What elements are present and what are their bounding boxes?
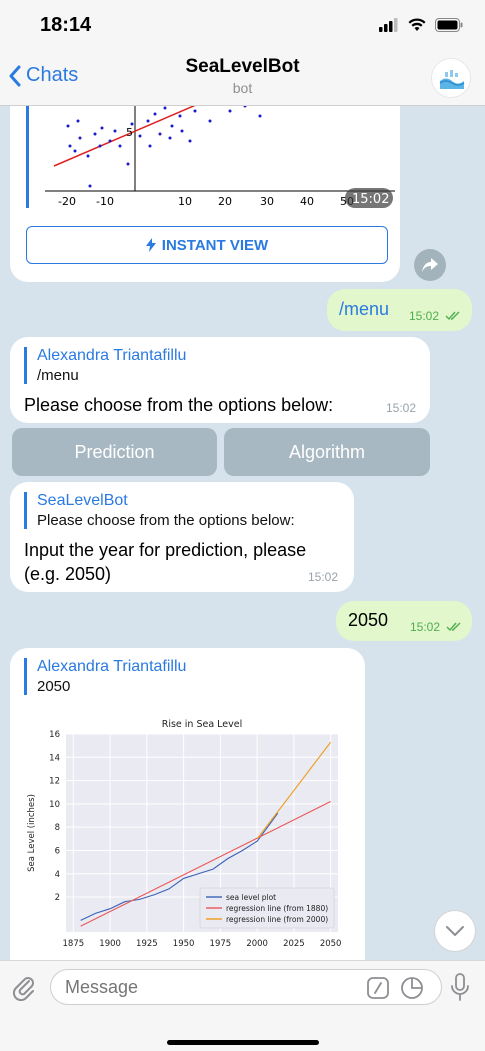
chart-legend-entry: regression line (from 1880) — [226, 904, 328, 913]
chart-y-tick-label: 8 — [55, 823, 60, 833]
instant-view-label: INSTANT VIEW — [161, 236, 269, 254]
x-tick-label: -20 — [58, 195, 76, 208]
microphone-icon[interactable] — [450, 973, 470, 1003]
image-timestamp: 15:02 — [352, 192, 389, 207]
chart-x-tick-label: 1950 — [173, 939, 195, 949]
read-checkmarks-icon — [445, 311, 460, 321]
sea-level-avatar-icon — [432, 59, 470, 97]
chat-title[interactable]: SeaLevelBot — [0, 56, 485, 78]
chevron-down-icon — [446, 926, 464, 936]
chart-x-tick-label: 1875 — [63, 939, 85, 949]
chart-x-tick-label: 2000 — [246, 939, 268, 949]
signal-icon — [379, 18, 398, 32]
home-indicator — [167, 1040, 319, 1045]
outgoing-message: 2050 15:02 — [336, 601, 472, 641]
x-tick-label: 30 — [260, 195, 274, 208]
chart-x-tick-label: 1975 — [210, 939, 232, 949]
x-tick-label: 10 — [178, 195, 192, 208]
incoming-chart-message: Alexandra Triantafillu 2050 1875 1900 1925… — [10, 648, 365, 960]
chart-x-tick-label: 2025 — [283, 939, 305, 949]
chart-x-tick-label: 1925 — [136, 939, 158, 949]
chart-y-tick-label: 14 — [49, 753, 60, 763]
chart-x-tick-label: 2050 — [320, 939, 342, 949]
keyboard-button-prediction[interactable]: Prediction — [12, 428, 217, 476]
status-bar: 18:14 — [0, 0, 485, 50]
status-time: 18:14 — [40, 14, 92, 36]
outgoing-message: /menu 15:02 — [327, 289, 472, 331]
chart-title: Rise in Sea Level — [162, 719, 243, 730]
reply-author: Alexandra Triantafillu — [37, 347, 187, 364]
reply-snippet: 2050 — [37, 678, 71, 695]
scatter-preview-image: -20 -10 10 20 30 40 50 5 15:02 — [45, 106, 395, 208]
lightning-icon — [145, 238, 156, 252]
preview-accent-bar — [26, 106, 29, 208]
x-tick-label: -10 — [96, 195, 114, 208]
nav-bar: Chats SeaLevelBot bot — [0, 50, 485, 106]
message-time: 15:02 — [410, 620, 441, 634]
chart-y-tick-label: 4 — [55, 870, 60, 880]
message-time: 15:02 — [307, 570, 338, 584]
sticker-icon[interactable] — [400, 976, 424, 1000]
share-arrow-icon — [422, 258, 438, 272]
reply-quote[interactable]: Alexandra Triantafillu 2050 — [24, 658, 186, 695]
share-button[interactable] — [414, 249, 446, 281]
message-text-line: (e.g. 2050) — [24, 564, 112, 584]
attach-paperclip-icon[interactable] — [12, 973, 36, 1001]
chart-legend-entry: sea level plot — [226, 893, 276, 902]
chart-legend: sea level plot regression line (from 1880… — [199, 887, 335, 929]
input-bar — [0, 960, 485, 1051]
message-text-line: Input the year for prediction, please — [24, 540, 307, 560]
message-time: 15:02 — [409, 309, 440, 323]
instant-view-button[interactable]: INSTANT VIEW — [26, 226, 388, 264]
chart-y-tick-label: 12 — [49, 777, 60, 787]
message-text: /menu — [339, 299, 390, 319]
message-time: 15:02 — [385, 401, 416, 415]
chart-legend-entry: regression line (from 2000) — [226, 915, 328, 924]
sea-level-chart[interactable]: 1875 1900 1925 1950 1975 2000 2025 2050 2 4 6 8 10 12… — [22, 712, 352, 960]
x-tick-label: 40 — [300, 195, 314, 208]
reply-snippet: Please choose from the options below: — [37, 512, 295, 529]
chart-y-tick-label: 16 — [49, 730, 60, 740]
y-tick-label: 5 — [126, 126, 133, 139]
keyboard-button-algorithm[interactable]: Algorithm — [224, 428, 430, 476]
chart-x-tick-label: 1900 — [99, 939, 121, 949]
x-tick-label: 20 — [218, 195, 232, 208]
reply-author: Alexandra Triantafillu — [37, 658, 187, 675]
incoming-message: SeaLevelBot Please choose from the optio… — [10, 482, 354, 592]
chart-y-tick-label: 10 — [49, 800, 60, 810]
reply-quote[interactable]: Alexandra Triantafillu /menu — [24, 347, 186, 384]
bot-command-icon[interactable] — [367, 977, 389, 999]
status-icons — [379, 18, 463, 32]
chart-y-tick-label: 6 — [55, 846, 60, 856]
reply-snippet: /menu — [37, 367, 79, 384]
incoming-message: Alexandra Triantafillu /menu Please choo… — [10, 337, 430, 423]
chat-area[interactable]: -20 -10 10 20 30 40 50 5 15:02 INSTANT V… — [0, 106, 485, 960]
chart-y-tick-label: 2 — [55, 893, 60, 903]
link-preview-message: -20 -10 10 20 30 40 50 5 15:02 INSTANT V… — [10, 106, 400, 282]
chat-subtitle: bot — [232, 80, 253, 96]
message-text: Please choose from the options below: — [24, 395, 334, 415]
read-checkmarks-icon — [446, 622, 461, 632]
reply-author: SeaLevelBot — [37, 492, 128, 509]
chart-y-axis-label: Sea Level (inches) — [27, 794, 37, 872]
reply-quote[interactable]: SeaLevelBot Please choose from the optio… — [24, 492, 295, 529]
bot-avatar[interactable] — [431, 58, 471, 98]
battery-icon — [435, 18, 463, 32]
wifi-icon — [408, 18, 426, 31]
scroll-down-button[interactable] — [434, 910, 476, 952]
message-text: 2050 — [348, 610, 389, 630]
